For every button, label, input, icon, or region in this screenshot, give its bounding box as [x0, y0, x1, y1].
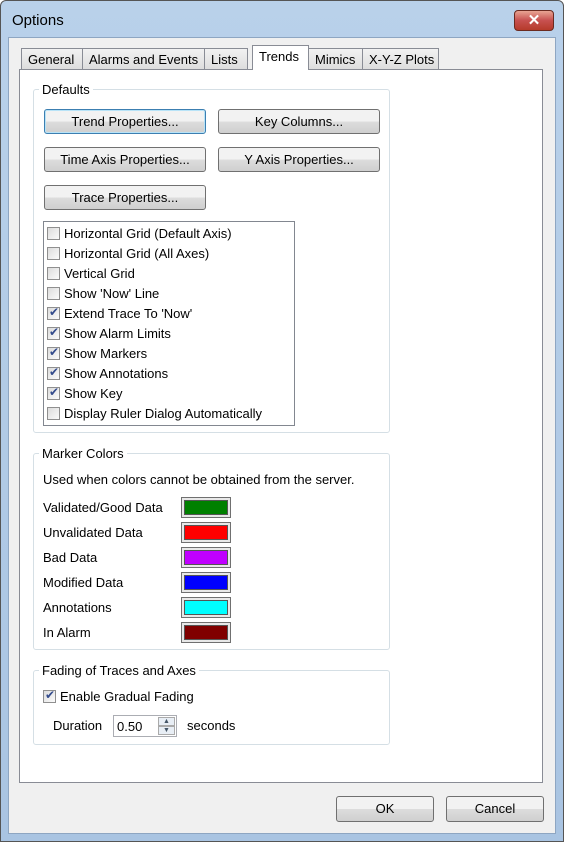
marker-color-label: Modified Data — [43, 575, 124, 590]
checkbox-icon[interactable] — [47, 246, 60, 260]
color-swatch-button[interactable] — [181, 622, 231, 643]
tab-xyz-plots[interactable]: X-Y-Z Plots — [362, 48, 439, 70]
checkbox-icon[interactable] — [47, 385, 60, 400]
cancel-button[interactable]: Cancel — [446, 796, 544, 822]
checkbox-icon[interactable] — [47, 266, 60, 280]
color-fill — [184, 525, 228, 540]
enable-fading-label: Enable Gradual Fading — [60, 688, 194, 704]
checkbox-icon[interactable] — [47, 325, 60, 340]
fading-label: Fading of Traces and Axes — [39, 663, 199, 678]
checkbox-icon[interactable] — [47, 365, 60, 380]
spin-down-icon[interactable]: ▼ — [158, 726, 175, 735]
option-label: Horizontal Grid (All Axes) — [64, 245, 210, 261]
marker-color-label: Validated/Good Data — [43, 500, 163, 515]
color-swatch-button[interactable] — [181, 522, 231, 543]
ok-button[interactable]: OK — [336, 796, 434, 822]
option-label: Vertical Grid — [64, 265, 135, 281]
color-swatch-button[interactable] — [181, 547, 231, 568]
close-icon[interactable]: ✕ — [514, 10, 554, 31]
option-item[interactable]: Show Markers — [47, 343, 147, 363]
color-fill — [184, 575, 228, 590]
window-title: Options — [12, 12, 64, 29]
checkbox-icon[interactable] — [47, 345, 60, 360]
duration-spinner[interactable]: 0.50 ▲ ▼ — [113, 715, 177, 737]
time-axis-properties-button[interactable]: Time Axis Properties... — [44, 147, 206, 172]
tab-lists[interactable]: Lists — [204, 48, 248, 70]
option-item[interactable]: Horizontal Grid (Default Axis) — [47, 223, 232, 243]
color-fill — [184, 550, 228, 565]
option-label: Display Ruler Dialog Automatically — [64, 405, 262, 421]
color-swatch-button[interactable] — [181, 597, 231, 618]
tab-mimics[interactable]: Mimics — [308, 48, 363, 70]
tab-alarms-and-events[interactable]: Alarms and Events — [82, 48, 205, 70]
marker-color-label: Unvalidated Data — [43, 525, 143, 540]
key-columns-button[interactable]: Key Columns... — [218, 109, 380, 134]
option-label: Show Key — [64, 385, 123, 401]
checkbox-icon[interactable] — [43, 688, 56, 703]
color-fill — [184, 625, 228, 640]
marker-color-label: Annotations — [43, 600, 112, 615]
option-item[interactable]: Horizontal Grid (All Axes) — [47, 243, 209, 263]
marker-colors-label: Marker Colors — [39, 446, 127, 461]
defaults-options-list: Horizontal Grid (Default Axis) Horizontal… — [43, 221, 295, 426]
trace-properties-button[interactable]: Trace Properties... — [44, 185, 206, 210]
marker-color-label: Bad Data — [43, 550, 98, 565]
duration-input[interactable]: 0.50 — [117, 719, 142, 734]
color-swatch-button[interactable] — [181, 572, 231, 593]
option-label: Show Annotations — [64, 365, 169, 381]
checkbox-icon[interactable] — [47, 226, 60, 240]
tab-trends[interactable]: Trends — [252, 45, 309, 70]
option-label: Show 'Now' Line — [64, 285, 160, 301]
option-label: Show Alarm Limits — [64, 325, 171, 341]
marker-color-label: In Alarm — [43, 625, 91, 640]
marker-colors-note: Used when colors cannot be obtained from… — [43, 472, 355, 487]
checkbox-icon[interactable] — [47, 406, 60, 420]
option-item[interactable]: Extend Trace To 'Now' — [47, 303, 192, 323]
fading-group — [33, 670, 390, 745]
option-item[interactable]: Show Annotations — [47, 363, 168, 383]
option-label: Show Markers — [64, 345, 148, 361]
duration-label: Duration — [53, 718, 103, 733]
color-swatch-button[interactable] — [181, 497, 231, 518]
checkbox-icon[interactable] — [47, 305, 60, 320]
option-item[interactable]: Show Key — [47, 383, 123, 403]
option-item[interactable]: Vertical Grid — [47, 263, 135, 283]
option-item[interactable]: Show Alarm Limits — [47, 323, 171, 343]
trend-properties-button[interactable]: Trend Properties... — [44, 109, 206, 134]
option-item[interactable]: Show 'Now' Line — [47, 283, 159, 303]
defaults-label: Defaults — [39, 82, 93, 97]
enable-fading-checkbox[interactable]: Enable Gradual Fading — [43, 686, 194, 706]
tab-general[interactable]: General — [21, 48, 83, 70]
color-fill — [184, 600, 228, 615]
option-label: Extend Trace To 'Now' — [64, 305, 193, 321]
spin-up-icon[interactable]: ▲ — [158, 717, 175, 726]
option-item[interactable]: Display Ruler Dialog Automatically — [47, 403, 262, 423]
y-axis-properties-button[interactable]: Y Axis Properties... — [218, 147, 380, 172]
duration-unit: seconds — [187, 718, 236, 733]
color-fill — [184, 500, 228, 515]
checkbox-icon[interactable] — [47, 286, 60, 300]
option-label: Horizontal Grid (Default Axis) — [64, 225, 232, 241]
